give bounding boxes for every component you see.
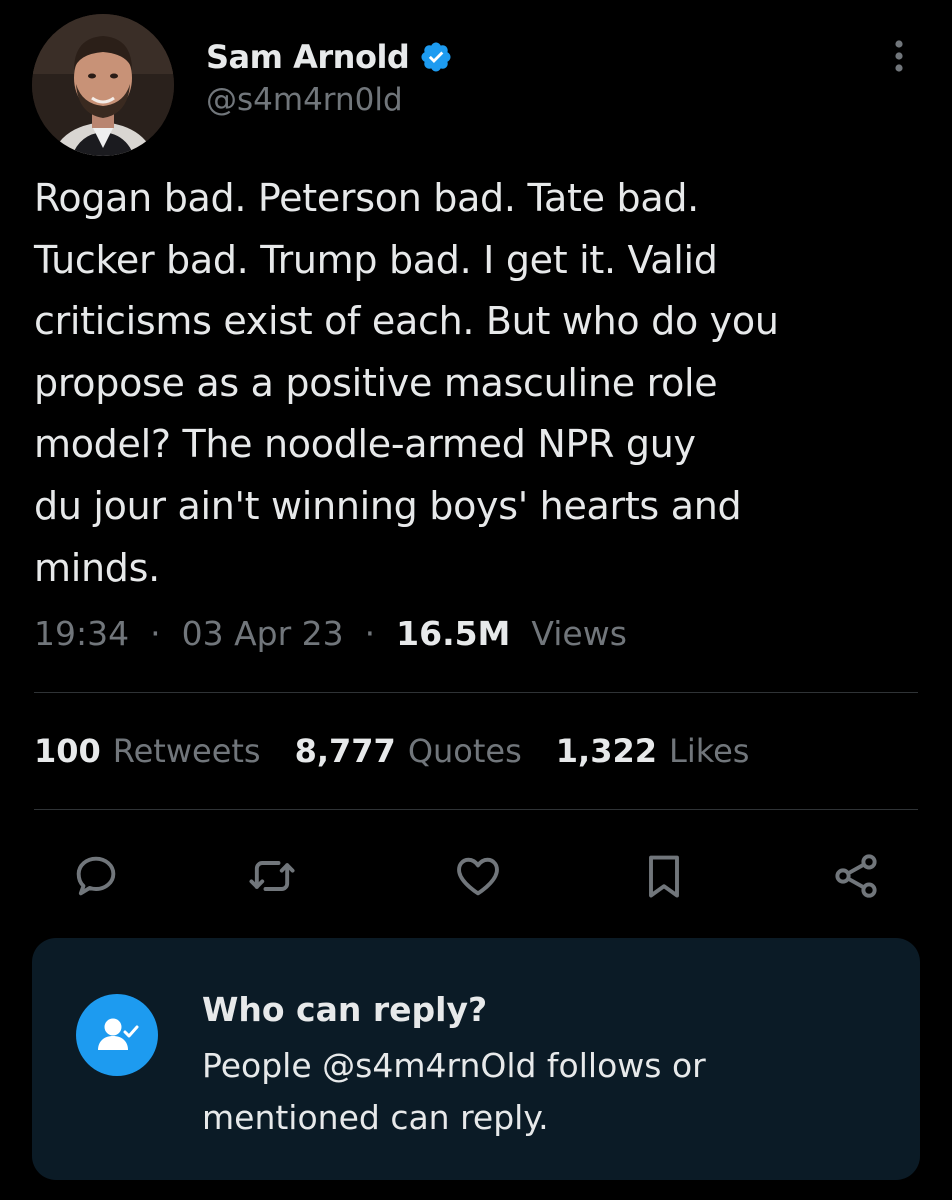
author-display-name[interactable]: Sam Arnold bbox=[206, 38, 410, 76]
retweet-icon[interactable] bbox=[246, 850, 298, 902]
verified-badge-icon bbox=[419, 40, 453, 74]
heart-icon[interactable] bbox=[452, 850, 504, 902]
views-label[interactable]: Views bbox=[521, 614, 627, 653]
user-check-icon bbox=[76, 994, 158, 1076]
reply-restriction-title: Who can reply? bbox=[202, 990, 488, 1029]
likes-label: Likes bbox=[668, 732, 750, 770]
engagement-stats: 100 Retweets 8,777 Quotes 1,322 Likes bbox=[34, 732, 783, 770]
more-options-icon[interactable] bbox=[888, 36, 910, 76]
tweet-date[interactable]: 03 Apr 23 bbox=[182, 614, 344, 653]
stat-retweets[interactable]: 100 Retweets bbox=[34, 732, 261, 770]
tweet-text: Rogan bad. Peterson bad. Tate bad. Tucke… bbox=[34, 176, 779, 590]
divider bbox=[34, 809, 918, 810]
bookmark-icon[interactable] bbox=[638, 850, 690, 902]
author-handle[interactable]: @s4m4rn0ld bbox=[206, 82, 403, 118]
retweets-label: Retweets bbox=[112, 732, 261, 770]
author-name-row[interactable]: Sam Arnold bbox=[206, 34, 453, 80]
avatar[interactable] bbox=[32, 14, 174, 156]
user-avatar-photo bbox=[32, 14, 174, 156]
tweet-meta-row: 19:34 · 03 Apr 23 · 16.5M Views bbox=[34, 614, 627, 653]
quotes-count: 8,777 bbox=[294, 732, 396, 770]
stat-quotes[interactable]: 8,777 Quotes bbox=[295, 732, 522, 770]
share-icon[interactable] bbox=[830, 850, 882, 902]
tweet-time[interactable]: 19:34 bbox=[34, 614, 129, 653]
meta-separator: · bbox=[139, 614, 172, 653]
reply-icon[interactable] bbox=[70, 850, 122, 902]
likes-count: 1,322 bbox=[555, 732, 657, 770]
divider bbox=[34, 692, 918, 693]
retweets-count: 100 bbox=[34, 732, 101, 770]
stat-likes[interactable]: 1,322 Likes bbox=[556, 732, 750, 770]
meta-separator: · bbox=[354, 614, 386, 653]
reply-restriction-description: People @s4m4rnOld follows or mentioned c… bbox=[202, 1046, 706, 1137]
views-count[interactable]: 16.5M bbox=[396, 614, 510, 653]
quotes-label: Quotes bbox=[407, 732, 522, 770]
reply-restriction-card: Who can reply? People @s4m4rnOld follows… bbox=[32, 938, 920, 1180]
